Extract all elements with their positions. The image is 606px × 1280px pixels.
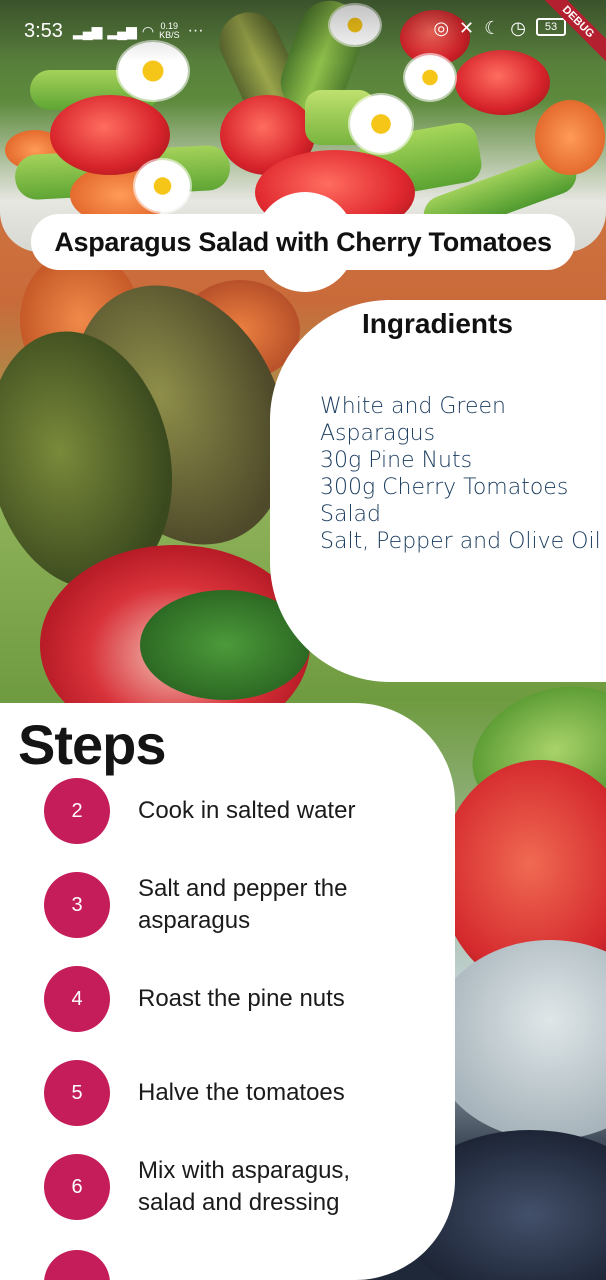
wifi-icon: ◠ <box>141 22 154 39</box>
target-icon: ◎ <box>433 18 450 38</box>
ingredient-item: Salt, Pepper and Olive Oil <box>320 529 601 554</box>
daisy-flower <box>135 160 190 212</box>
more-notifications-icon: ··· <box>187 22 204 39</box>
ingredient-item: White and Green <box>320 394 506 419</box>
title-pill: Asparagus Salad with Cherry Tomatoes <box>31 214 575 270</box>
bowl-rim <box>430 940 606 1140</box>
ingredients-heading: Ingradients <box>362 308 513 339</box>
status-bar: 3:53 ▂▄▆ ▂▄▆ ◠ 0.19 KB/S ··· ◎ ✕ ☾ ◷ 53 … <box>0 0 606 64</box>
ingredient-item: Asparagus <box>320 421 436 446</box>
recipe-title: Asparagus Salad with Cherry Tomatoes <box>54 226 552 257</box>
status-time: 3:53 <box>24 19 63 42</box>
alarm-icon: ◷ <box>510 18 526 38</box>
list-item[interactable]: 3 Salt and pepper the asparagus <box>44 872 444 938</box>
ingredients-list: White and Green Asparagus 30g Pine Nuts … <box>320 393 605 555</box>
signal-icon: ▂▄▆ <box>72 22 102 39</box>
daisy-flower <box>350 95 412 153</box>
ingredient-item: 300g Cherry Tomatoes <box>320 475 569 500</box>
step-text: Halve the tomatoes <box>138 1079 345 1106</box>
list-item[interactable]: 2 Cook in salted water <box>44 778 444 844</box>
network-speed: 0.19 KB/S <box>159 21 180 40</box>
list-item[interactable]: 4 Roast the pine nuts <box>44 966 444 1032</box>
step-number-badge: 6 <box>44 1154 110 1220</box>
ingredient-item: Salad <box>320 502 382 527</box>
step-number-badge: 3 <box>44 872 110 938</box>
moon-icon: ☾ <box>484 18 501 38</box>
list-item[interactable]: 6 Mix with asparagus, salad and dressing <box>44 1154 444 1220</box>
list-item[interactable]: 5 Halve the tomatoes <box>44 1060 444 1126</box>
step-text: Cook in salted water <box>138 797 356 824</box>
step-text: Salt and pepper the asparagus <box>138 875 348 934</box>
step-number-badge: 5 <box>44 1060 110 1126</box>
battery-icon: 53 <box>536 18 566 36</box>
step-number-badge: 4 <box>44 966 110 1032</box>
ingredient-item: 30g Pine Nuts <box>320 448 473 473</box>
signal-icon: ▂▄▆ <box>107 22 136 39</box>
step-text: Mix with asparagus, salad and dressing <box>138 1157 351 1216</box>
mute-icon: ✕ <box>459 18 475 38</box>
carrot-piece <box>535 100 605 175</box>
steps-heading: Steps <box>18 713 166 776</box>
step-text: Roast the pine nuts <box>138 985 345 1012</box>
step-number-badge: 2 <box>44 778 110 844</box>
